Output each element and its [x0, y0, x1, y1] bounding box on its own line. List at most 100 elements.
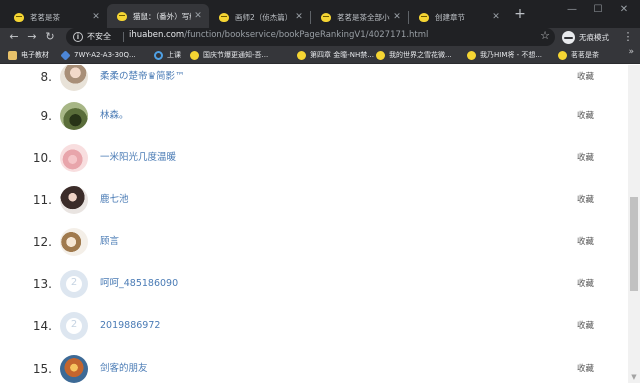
bookmark-label: 我的世界之雪花微... [389, 51, 452, 59]
bookmark-label: 茗茗是茶 [571, 51, 599, 59]
security-label[interactable]: 不安全 [87, 31, 111, 42]
ranking-row: 11. 鹿七池 收藏 [0, 179, 628, 221]
ranking-row: 12. 顾言 收藏 [0, 221, 628, 263]
omnibox-divider [123, 32, 124, 42]
scroll-down-arrow-icon[interactable]: ▼ [628, 371, 640, 383]
user-name-link[interactable]: 柔柔の楚帝♛简影™ [100, 65, 185, 98]
tab-3[interactable]: 画师2（侦杰篇）-全 ✕ [209, 6, 310, 28]
bookmark-label: 上课 [167, 51, 181, 59]
minimize-button[interactable]: — [562, 4, 582, 18]
reload-button[interactable]: ↻ [42, 29, 58, 45]
user-name-link[interactable]: 林森。 [100, 95, 129, 137]
default-avatar[interactable] [60, 312, 88, 340]
new-tab-button[interactable]: + [512, 7, 528, 23]
avatar[interactable] [60, 228, 88, 256]
smile-icon [190, 50, 199, 60]
info-icon[interactable]: i [73, 32, 83, 42]
user-name-link[interactable]: 2019886972 [100, 305, 160, 347]
bookmark-star-icon[interactable]: ☆ [540, 29, 550, 42]
smile-icon [297, 50, 306, 60]
rank-number: 12. [32, 235, 52, 249]
default-avatar[interactable] [60, 270, 88, 298]
bookmark-label: 第四章 金曈-NH禁... [310, 51, 374, 59]
tab-close-icon[interactable]: ✕ [489, 12, 503, 22]
avatar[interactable] [60, 144, 88, 172]
bookmark-item[interactable]: 茗茗是茶 [558, 49, 599, 61]
tab-close-icon[interactable]: ✕ [292, 12, 306, 22]
user-name-link[interactable]: 顾言 [100, 221, 119, 263]
tab-1[interactable]: 茗茗是茶 ✕ [4, 6, 107, 28]
bookmark-label: 国庆节爆更通知-吾... [203, 51, 269, 59]
rank-number: 10. [32, 151, 52, 165]
incognito-indicator[interactable]: 无痕模式 [562, 29, 609, 45]
ranking-row: 14. 2019886972 收藏 [0, 305, 628, 347]
bookmark-label: 7WY-A2-A3-30Q... [74, 51, 136, 59]
tab-close-icon[interactable]: ✕ [89, 12, 103, 22]
url-path: /function/bookservice/bookPageRankingV1/… [184, 30, 429, 40]
rank-number: 13. [32, 277, 52, 291]
tab-2-active[interactable]: 猫鼠：（番外）写给 ✕ [107, 4, 209, 28]
bookmarks-bar: 电子教材 7WY-A2-A3-30Q... 上课 国庆节爆更通知-吾... 第四… [0, 46, 640, 64]
bookmark-item[interactable]: 上课 [154, 49, 181, 61]
site-favicon-icon [14, 12, 24, 22]
address-bar[interactable]: i 不安全 ihuaben.com/function/bookservice/b… [66, 28, 555, 46]
favorite-button[interactable]: 收藏 [577, 348, 594, 383]
forward-button[interactable]: → [24, 29, 40, 45]
user-name-link[interactable]: 鹿七池 [100, 179, 129, 221]
site-favicon-icon [117, 11, 127, 21]
bookmark-item[interactable]: 电子教材 [8, 49, 49, 61]
tab-title: 创建章节 [435, 12, 465, 22]
smile-icon [558, 50, 567, 60]
incognito-icon [562, 30, 575, 44]
favorite-button[interactable]: 收藏 [577, 221, 594, 263]
tab-title: 画师2（侦杰篇）-全 [235, 12, 292, 22]
favorite-button[interactable]: 收藏 [577, 179, 594, 221]
avatar[interactable] [60, 65, 88, 91]
incognito-label: 无痕模式 [579, 32, 609, 42]
user-name-link[interactable]: 一米阳光几度温暖 [100, 137, 176, 179]
avatar[interactable] [60, 186, 88, 214]
close-window-button[interactable]: ✕ [614, 4, 634, 18]
tab-title: 茗茗是茶 [30, 12, 60, 22]
ie-icon [154, 50, 163, 60]
user-name-link[interactable]: 呵呵_485186090 [100, 263, 178, 305]
url-text[interactable]: ihuaben.com/function/bookservice/bookPag… [129, 30, 428, 40]
tab-5[interactable]: 创建章节 ✕ [409, 6, 507, 28]
favorite-button[interactable]: 收藏 [577, 263, 594, 305]
tab-close-icon[interactable]: ✕ [191, 11, 205, 21]
bookmark-item[interactable]: 第四章 金曈-NH禁... [297, 49, 374, 61]
tab-title: 茗茗是茶全部小说 [337, 12, 390, 22]
avatar[interactable] [60, 102, 88, 130]
smile-icon [376, 50, 385, 60]
ranking-row: 9. 林森。 收藏 [0, 95, 628, 137]
ranking-row: 13. 呵呵_485186090 收藏 [0, 263, 628, 305]
favorite-button[interactable]: 收藏 [577, 305, 594, 347]
favorite-button[interactable]: 收藏 [577, 65, 594, 98]
browser-toolbar: ← → ↻ i 不安全 ihuaben.com/function/bookser… [0, 28, 640, 46]
browser-menu-button[interactable]: ⋮ [622, 29, 634, 45]
bookmark-item[interactable]: 国庆节爆更通知-吾... [190, 49, 268, 61]
tab-4[interactable]: 茗茗是茶全部小说 ✕ [311, 6, 408, 28]
bookmarks-overflow-button[interactable]: » [628, 47, 634, 57]
avatar[interactable] [60, 355, 88, 383]
maximize-button[interactable]: ☐ [588, 4, 608, 18]
bookmark-item[interactable]: 我的世界之雪花微... [376, 49, 452, 61]
bookmark-label: 电子教材 [21, 51, 49, 59]
site-favicon-icon [219, 12, 229, 22]
rank-number: 14. [32, 319, 52, 333]
bookmark-item[interactable]: 7WY-A2-A3-30Q... [60, 49, 136, 61]
ranking-row: 15. 剑客的朋友 收藏 [0, 348, 628, 383]
site-favicon-icon [419, 12, 429, 22]
favorite-button[interactable]: 收藏 [577, 95, 594, 137]
rank-number: 11. [32, 193, 52, 207]
favorite-button[interactable]: 收藏 [577, 137, 594, 179]
rank-number: 15. [32, 362, 52, 376]
page-scrollbar[interactable]: ▼ [628, 65, 640, 383]
bookmark-item[interactable]: 我乃HIM将 - 不想... [467, 49, 542, 61]
back-button[interactable]: ← [6, 29, 22, 45]
tab-strip: 茗茗是茶 ✕ 猫鼠：（番外）写给 ✕ 画师2（侦杰篇）-全 ✕ 茗茗是茶全部小说… [0, 0, 640, 28]
ranking-row: 10. 一米阳光几度温暖 收藏 [0, 137, 628, 179]
scrollbar-thumb[interactable] [630, 197, 638, 291]
tab-close-icon[interactable]: ✕ [390, 12, 404, 22]
user-name-link[interactable]: 剑客的朋友 [100, 348, 148, 383]
